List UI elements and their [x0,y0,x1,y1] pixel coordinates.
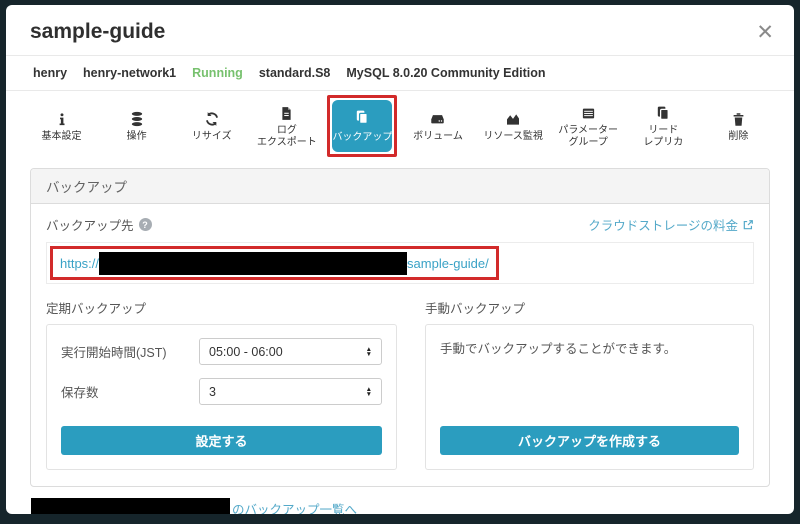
cloud-storage-pricing-link[interactable]: クラウドストレージの料金 [588,215,754,234]
external-link-icon [742,219,754,231]
network-name: henry-network1 [83,66,176,80]
info-icon [55,109,69,127]
backup-section: バックアップ バックアップ先 ? クラウドストレージの料金 https:// [30,168,770,487]
retention-count-value: 3 [209,385,216,399]
tab-resize[interactable]: リサイズ [174,109,249,143]
backup-columns: 定期バックアップ 実行開始時間(JST) 05:00 - 06:00 ▲▼ [46,298,754,470]
tab-volume[interactable]: ボリューム [400,109,475,143]
tab-operations[interactable]: 操作 [99,109,174,143]
file-export-icon [279,103,294,121]
redacted-url-segment [99,252,407,275]
backup-url-suffix[interactable]: sample-guide/ [407,256,489,271]
select-spinner-icon: ▲▼ [366,387,372,397]
backup-section-body: バックアップ先 ? クラウドストレージの料金 https:// sample-g… [31,204,769,486]
backup-list-link[interactable]: のバックアップ一覧へ [232,499,357,515]
database-detail-modal: sample-guide ✕ henry henry-network1 Runn… [6,5,794,514]
select-spinner-icon: ▲▼ [366,347,372,357]
annotation-highlight-backup-tab: バックアップ [327,95,397,157]
page-title: sample-guide [30,19,770,45]
destination-label: バックアップ先 [46,215,134,234]
manual-backup-title: 手動バックアップ [425,298,754,317]
tab-basic-settings[interactable]: 基本設定 [24,109,99,143]
database-icon [129,109,145,127]
instance-info-row: henry henry-network1 Running standard.S8… [6,56,794,91]
manual-backup-panel: 手動バックアップ 手動でバックアップすることができます。 バックアップを作成する [425,298,754,470]
tab-label: ボリューム [413,131,463,143]
tab-log-export[interactable]: ログ エクスポート [249,103,324,149]
redacted-name-segment [31,498,230,514]
status-badge: Running [192,66,243,80]
retention-count-row: 保存数 3 ▲▼ [61,378,382,405]
tab-label: リソース監視 [483,131,543,143]
backup-url-prefix[interactable]: https:// [60,256,99,271]
retention-count-select[interactable]: 3 ▲▼ [199,378,382,405]
backup-list-footer: のバックアップ一覧へ [31,498,770,514]
retention-count-label: 保存数 [61,382,99,401]
plan-name: standard.S8 [259,66,331,80]
start-time-row: 実行開始時間(JST) 05:00 - 06:00 ▲▼ [61,338,382,365]
start-time-label: 実行開始時間(JST) [61,342,167,361]
scheduled-backup-panel: 定期バックアップ 実行開始時間(JST) 05:00 - 06:00 ▲▼ [46,298,397,470]
tab-label: バックアップ [332,128,392,143]
manual-backup-box: 手動でバックアップすることができます。 バックアップを作成する [425,324,754,470]
modal-header: sample-guide ✕ [6,5,794,56]
tab-label: 削除 [728,131,748,143]
tab-resource-monitoring[interactable]: リソース監視 [476,109,551,143]
tab-parameter-group[interactable]: パラメーター グループ [551,103,626,149]
refresh-icon [204,109,220,127]
annotation-highlight-url: https:// sample-guide/ [50,246,499,280]
create-backup-button[interactable]: バックアップを作成する [440,426,739,455]
manual-backup-description: 手動でバックアップすることができます。 [440,338,739,357]
scheduled-backup-box: 実行開始時間(JST) 05:00 - 06:00 ▲▼ 保存数 [46,324,397,470]
destination-label-wrap: バックアップ先 ? [46,215,152,234]
tab-label: 操作 [127,131,147,143]
tab-label: パラメーター グループ [558,125,618,149]
backup-url-box: https:// sample-guide/ [46,242,754,284]
tab-toolbar: 基本設定 操作 リサイズ ログ エクスポート バッ [6,91,794,163]
copy-icon [655,103,671,121]
tab-backup[interactable]: バックアップ [332,100,392,152]
close-icon[interactable]: ✕ [756,22,774,43]
start-time-value: 05:00 - 06:00 [209,345,283,359]
tab-read-replica[interactable]: リード レプリカ [626,103,701,149]
scheduled-backup-title: 定期バックアップ [46,298,397,317]
drive-icon [429,109,446,127]
tab-delete[interactable]: 削除 [701,109,776,143]
chart-icon [505,109,521,127]
tab-label: リサイズ [192,131,232,143]
table-icon [581,103,596,121]
destination-row: バックアップ先 ? クラウドストレージの料金 [46,215,754,234]
trash-icon [731,109,746,127]
backup-section-title: バックアップ [31,169,769,204]
account-name: henry [33,66,67,80]
start-time-select[interactable]: 05:00 - 06:00 ▲▼ [199,338,382,365]
engine-version: MySQL 8.0.20 Community Edition [346,66,545,80]
tab-label: ログ エクスポート [257,125,317,149]
help-icon[interactable]: ? [139,218,152,231]
pricing-link-label: クラウドストレージの料金 [588,215,738,234]
tab-label: 基本設定 [42,131,82,143]
copy-icon [354,109,370,125]
tab-label: リード レプリカ [643,125,683,149]
apply-settings-button[interactable]: 設定する [61,426,382,455]
